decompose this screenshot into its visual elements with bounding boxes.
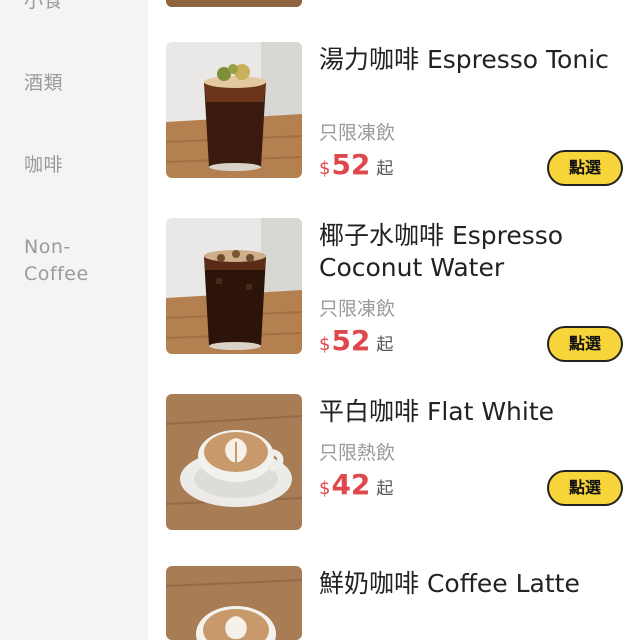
sidebar-item-coffee[interactable]: 咖啡 — [24, 152, 134, 179]
price-amount: 52 — [331, 148, 371, 181]
select-button[interactable]: 點選 — [547, 470, 623, 506]
currency-symbol: $ — [319, 158, 331, 179]
price-amount: 42 — [331, 468, 371, 501]
menu-item-flat-white[interactable]: 平白咖啡 Flat White 只限熱飲 $42 起 點選 — [148, 394, 640, 544]
item-price: $42 起 — [319, 468, 393, 502]
product-list: 湯力咖啡 Espresso Tonic 只限凍飲 $52 起 點選 椰子水咖啡 … — [148, 0, 640, 640]
item-name: 椰子水咖啡 Espresso Coconut Water — [319, 221, 564, 282]
sidebar-item-non-coffee[interactable]: Non- Coffee — [24, 234, 134, 288]
item-note: 只限凍飲 — [319, 122, 396, 144]
select-button[interactable]: 點選 — [547, 150, 623, 186]
category-sidebar: 小食 酒類 咖啡 Non- Coffee — [0, 0, 148, 640]
item-name: 平白咖啡 Flat White — [319, 397, 555, 426]
price-suffix: 起 — [376, 159, 394, 179]
menu-screen: 小食 酒類 咖啡 Non- Coffee 湯力咖啡 Espresso Tonic… — [0, 0, 640, 640]
price-suffix: 起 — [376, 479, 394, 499]
item-note: 只限凍飲 — [319, 298, 396, 320]
item-price: $52 起 — [319, 148, 393, 182]
sidebar-item-snacks[interactable]: 小食 — [24, 0, 134, 15]
latte-art-cup-icon — [166, 566, 302, 640]
menu-item-coffee-latte[interactable]: 鮮奶咖啡 Coffee Latte — [148, 566, 640, 640]
menu-item-espresso-tonic[interactable]: 湯力咖啡 Espresso Tonic 只限凍飲 $52 起 點選 — [148, 42, 640, 192]
iced-coconut-drink-icon — [166, 218, 302, 354]
item-note: 只限熱飲 — [319, 442, 396, 464]
iced-tonic-drink-icon — [166, 42, 302, 178]
item-price: $52 起 — [319, 324, 393, 358]
sidebar-item-alcohol[interactable]: 酒類 — [24, 70, 134, 97]
currency-symbol: $ — [319, 334, 331, 355]
currency-symbol: $ — [319, 478, 331, 499]
latte-art-cup-icon — [166, 394, 302, 530]
item-name: 鮮奶咖啡 Coffee Latte — [319, 569, 580, 598]
select-button[interactable]: 點選 — [547, 326, 623, 362]
previous-item-image — [166, 0, 302, 7]
price-suffix: 起 — [376, 335, 394, 355]
item-name: 湯力咖啡 Espresso Tonic — [319, 45, 609, 74]
menu-item-espresso-coconut-water[interactable]: 椰子水咖啡 Espresso Coconut Water 只限凍飲 $52 起 點… — [148, 218, 640, 368]
price-amount: 52 — [331, 324, 371, 357]
